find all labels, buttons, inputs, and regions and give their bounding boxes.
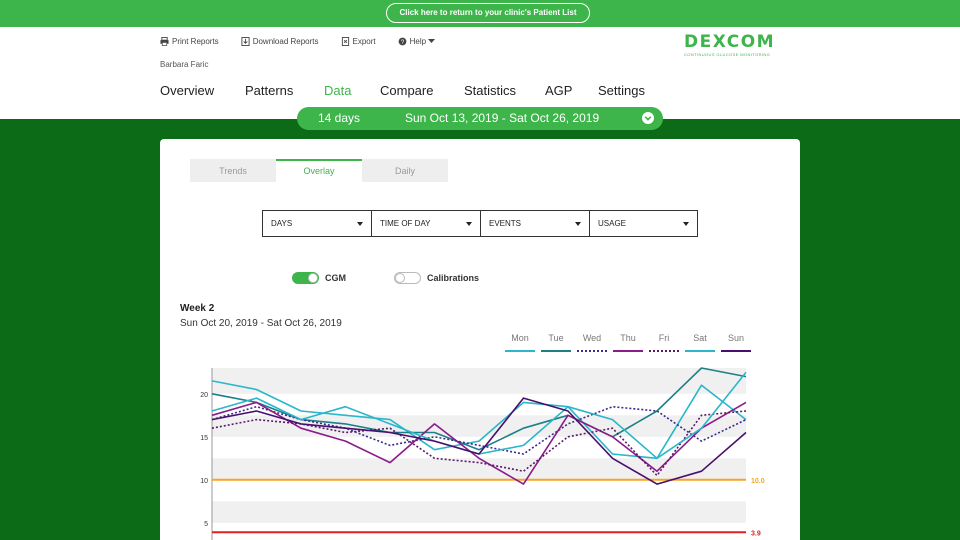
date-range-days: 14 days (318, 111, 361, 125)
download-reports-link[interactable]: Download Reports (241, 37, 319, 46)
utility-bar: Print Reports Download Reports Export ? … (160, 37, 457, 46)
legend-swatch (721, 350, 751, 352)
patient-name: Barbara Faric (160, 60, 209, 69)
week-title: Week 2 (180, 303, 215, 314)
help-label: Help (409, 37, 427, 46)
calibrations-toggle[interactable] (394, 272, 421, 284)
nav-statistics[interactable]: Statistics (464, 83, 516, 98)
filter-usage-label: USAGE (598, 219, 627, 228)
cgm-toggle[interactable] (292, 272, 319, 284)
download-icon (241, 37, 250, 46)
week-date-range: Sun Oct 20, 2019 - Sat Oct 26, 2019 (180, 318, 342, 329)
view-subtabs: Trends Overlay Daily (190, 159, 448, 182)
download-reports-label: Download Reports (252, 37, 319, 46)
legend-swatch (505, 350, 535, 352)
export-link[interactable]: Export (341, 37, 376, 46)
export-icon (341, 37, 349, 46)
filter-bar: DAYS TIME OF DAY EVENTS USAGE (262, 210, 698, 237)
header: Print Reports Download Reports Export ? … (0, 27, 960, 119)
legend-item-wed[interactable]: Wed (574, 333, 610, 355)
caret-down-icon (428, 39, 436, 43)
filter-events[interactable]: EVENTS (481, 211, 590, 236)
legend-item-tue[interactable]: Tue (538, 333, 574, 355)
subtab-daily[interactable]: Daily (362, 159, 448, 182)
filter-events-label: EVENTS (489, 219, 522, 228)
day-legend: Mon Tue Wed Thu Fri Sat Sun (502, 333, 754, 355)
print-reports-link[interactable]: Print Reports (160, 37, 219, 46)
legend-label: Wed (582, 333, 602, 343)
legend-item-fri[interactable]: Fri (646, 333, 682, 355)
legend-item-sun[interactable]: Sun (718, 333, 754, 355)
caret-down-icon (466, 222, 472, 226)
logo-tagline: CONTINUOUS GLUCOSE MONITORING (684, 52, 771, 57)
legend-label: Fri (658, 333, 670, 343)
filter-time-label: TIME OF DAY (380, 219, 431, 228)
print-reports-label: Print Reports (172, 37, 219, 46)
return-to-patient-list-button[interactable]: Click here to return to your clinic's Pa… (386, 3, 590, 23)
help-menu[interactable]: ? Help (398, 37, 436, 46)
logo-wordmark: DEXCOM (684, 32, 776, 52)
chevron-down-icon[interactable] (642, 112, 654, 124)
calibrations-toggle-label: Calibrations (427, 273, 480, 283)
nav-compare[interactable]: Compare (380, 83, 433, 98)
legend-label: Mon (511, 333, 529, 343)
nav-agp[interactable]: AGP (545, 83, 572, 98)
subtab-trends[interactable]: Trends (190, 159, 276, 182)
legend-swatch (649, 350, 679, 352)
nav-patterns[interactable]: Patterns (245, 83, 293, 98)
svg-text:?: ? (400, 39, 404, 46)
legend-swatch (685, 350, 715, 352)
top-banner: Click here to return to your clinic's Pa… (0, 0, 960, 27)
toggle-knob (395, 273, 405, 283)
data-toggles: CGM Calibrations (292, 272, 527, 284)
export-label: Export (352, 37, 376, 46)
report-card: Trends Overlay Daily DAYS TIME OF DAY EV… (160, 139, 800, 540)
nav-data[interactable]: Data (324, 83, 351, 98)
date-range-selector[interactable]: 14 days Sun Oct 13, 2019 - Sat Oct 26, 2… (297, 107, 663, 130)
caret-down-icon (575, 222, 581, 226)
toggle-knob (308, 273, 318, 283)
help-icon: ? (398, 37, 406, 46)
filter-days-label: DAYS (271, 219, 293, 228)
subtab-overlay[interactable]: Overlay (276, 159, 362, 182)
legend-swatch (613, 350, 643, 352)
filter-days[interactable]: DAYS (263, 211, 372, 236)
legend-label: Sun (727, 333, 744, 343)
print-icon (160, 37, 169, 46)
date-range-dates: Sun Oct 13, 2019 - Sat Oct 26, 2019 (405, 111, 600, 125)
legend-label: Sat (693, 333, 707, 343)
legend-swatch (577, 350, 607, 352)
legend-item-sat[interactable]: Sat (682, 333, 718, 355)
legend-item-thu[interactable]: Thu (610, 333, 646, 355)
legend-label: Tue (548, 333, 564, 343)
dexcom-logo: DEXCOM CONTINUOUS GLUCOSE MONITORING (684, 32, 775, 57)
caret-down-icon (683, 222, 689, 226)
legend-item-mon[interactable]: Mon (502, 333, 538, 355)
filter-time-of-day[interactable]: TIME OF DAY (372, 211, 481, 236)
cgm-toggle-label: CGM (325, 273, 346, 283)
caret-down-icon (357, 222, 363, 226)
nav-overview[interactable]: Overview (160, 83, 214, 98)
filter-usage[interactable]: USAGE (590, 211, 697, 236)
legend-label: Thu (620, 333, 636, 343)
legend-swatch (541, 350, 571, 352)
nav-settings[interactable]: Settings (598, 83, 645, 98)
